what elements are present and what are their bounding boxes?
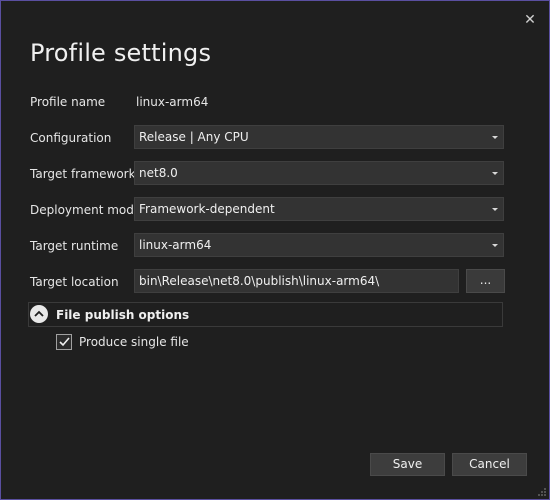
produce-single-file-label[interactable]: Produce single file: [79, 335, 189, 349]
target-runtime-value: linux-arm64: [139, 238, 212, 252]
checkmark-icon: [59, 337, 70, 347]
chevron-down-icon: [492, 208, 498, 211]
deployment-mode-label: Deployment mode: [30, 203, 142, 217]
configuration-value: Release | Any CPU: [139, 130, 249, 144]
target-location-label: Target location: [30, 275, 119, 289]
resize-grip-icon[interactable]: [537, 487, 547, 497]
chevron-up-icon[interactable]: [30, 305, 48, 323]
configuration-label: Configuration: [30, 131, 112, 145]
file-publish-options-header[interactable]: File publish options: [28, 302, 503, 327]
close-icon[interactable]: ✕: [521, 11, 539, 29]
target-framework-value: net8.0: [139, 166, 178, 180]
deployment-mode-dropdown[interactable]: Framework-dependent: [134, 197, 504, 221]
produce-single-file-checkbox[interactable]: [56, 334, 72, 350]
configuration-dropdown[interactable]: Release | Any CPU: [134, 125, 504, 149]
target-runtime-label: Target runtime: [30, 239, 119, 253]
file-publish-options-label: File publish options: [56, 308, 190, 322]
target-framework-dropdown[interactable]: net8.0: [134, 161, 504, 185]
profile-settings-dialog: ✕ Profile settings Profile name linux-ar…: [0, 0, 550, 500]
dialog-title: Profile settings: [30, 39, 212, 67]
target-framework-label: Target framework: [30, 167, 136, 181]
chevron-down-icon: [492, 244, 498, 247]
cancel-button[interactable]: Cancel: [452, 453, 527, 476]
profile-name-value: linux-arm64: [136, 95, 209, 109]
save-button[interactable]: Save: [370, 453, 445, 476]
chevron-down-icon: [492, 172, 498, 175]
profile-name-label: Profile name: [30, 95, 106, 109]
target-location-value: bin\Release\net8.0\publish\linux-arm64\: [139, 274, 380, 288]
target-location-input[interactable]: bin\Release\net8.0\publish\linux-arm64\: [134, 269, 459, 293]
deployment-mode-value: Framework-dependent: [139, 202, 275, 216]
target-runtime-dropdown[interactable]: linux-arm64: [134, 233, 504, 257]
browse-button[interactable]: ...: [466, 269, 505, 293]
chevron-down-icon: [492, 136, 498, 139]
